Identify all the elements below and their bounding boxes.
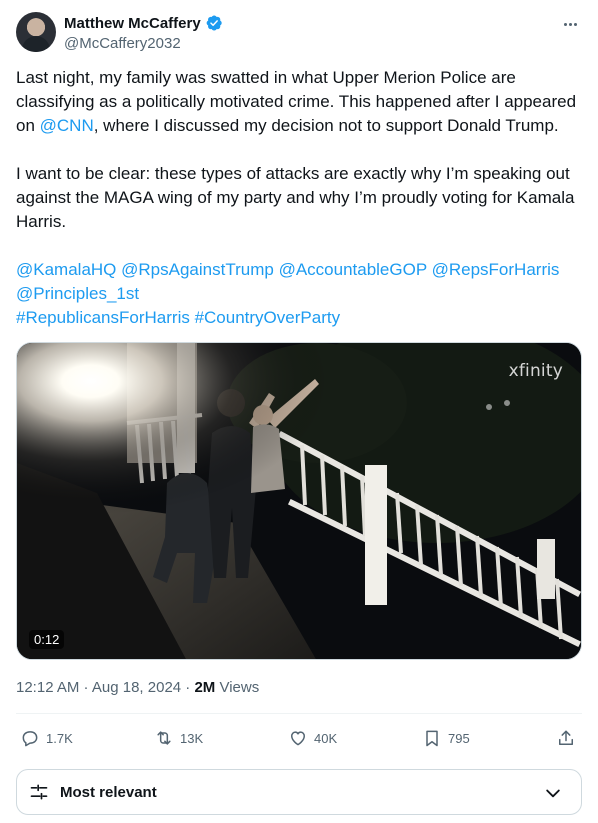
tweet-paragraph-1: Last night, my family was swatted in wha… [16, 66, 582, 138]
reply-sort-dropdown[interactable]: Most relevant [16, 769, 582, 815]
video-duration: 0:12 [29, 630, 65, 649]
sort-label: Most relevant [60, 784, 157, 801]
tweet-paragraph-2: I want to be clear: these types of attac… [16, 164, 575, 231]
mention-link[interactable]: @RpsAgainstTrump [121, 260, 274, 279]
repost-count: 13K [180, 730, 204, 746]
bookmark-button[interactable]: 795 [422, 722, 470, 754]
verified-badge-icon [206, 15, 222, 31]
bookmark-count: 795 [448, 730, 470, 746]
more-options-icon[interactable] [560, 16, 580, 32]
divider [16, 713, 582, 714]
video-player[interactable]: xfinity 0:12 [16, 342, 582, 660]
action-bar: 1.7K 13K 40K 795 [16, 722, 582, 754]
views-count: 2M [194, 679, 216, 696]
heart-icon [291, 731, 305, 746]
mention-link[interactable]: @Principles_1st [16, 284, 139, 303]
tweet-body: Last night, my family was swatted in wha… [16, 66, 582, 330]
repost-button[interactable]: 13K [154, 722, 203, 754]
like-count: 40K [314, 730, 338, 746]
views-label: Views [215, 679, 260, 696]
mention-link[interactable]: @AccountableGOP [279, 260, 427, 279]
author-handle[interactable]: @McCaffery2032 [64, 35, 181, 52]
share-button[interactable] [556, 722, 576, 754]
timestamp[interactable]: 12:12 AM · Aug 18, 2024 · [16, 679, 194, 696]
share-icon [559, 730, 573, 745]
hashtags-line: #RepublicansForHarris #CountryOverParty [16, 306, 582, 330]
video-frame [17, 343, 581, 659]
repost-icon [157, 731, 171, 745]
mention-link[interactable]: @CNN [40, 116, 94, 135]
reply-count: 1.7K [46, 730, 73, 746]
filter-sliders-icon [30, 784, 48, 800]
hashtag-link[interactable]: #RepublicansForHarris [16, 308, 190, 327]
like-button[interactable]: 40K [288, 722, 337, 754]
mentions-line: @KamalaHQ @RpsAgainstTrump @AccountableG… [16, 258, 582, 306]
bookmark-icon [426, 730, 438, 747]
tweet-header: Matthew McCaffery @McCaffery2032 [16, 12, 582, 56]
chevron-down-icon [546, 789, 560, 798]
reply-icon [22, 731, 38, 747]
author-name[interactable]: Matthew McCaffery [64, 15, 201, 32]
tweet-meta: 12:12 AM · Aug 18, 2024 · 2M Views [16, 679, 259, 696]
mention-link[interactable]: @RepsForHarris [432, 260, 560, 279]
mention-link[interactable]: @KamalaHQ [16, 260, 116, 279]
reply-button[interactable]: 1.7K [20, 722, 73, 754]
tweet-text-segment: , where I discussed my decision not to s… [93, 116, 559, 135]
avatar[interactable] [16, 12, 56, 52]
video-watermark: xfinity [508, 361, 563, 381]
hashtag-link[interactable]: #CountryOverParty [195, 308, 341, 327]
author-name-row: Matthew McCaffery [64, 14, 223, 32]
